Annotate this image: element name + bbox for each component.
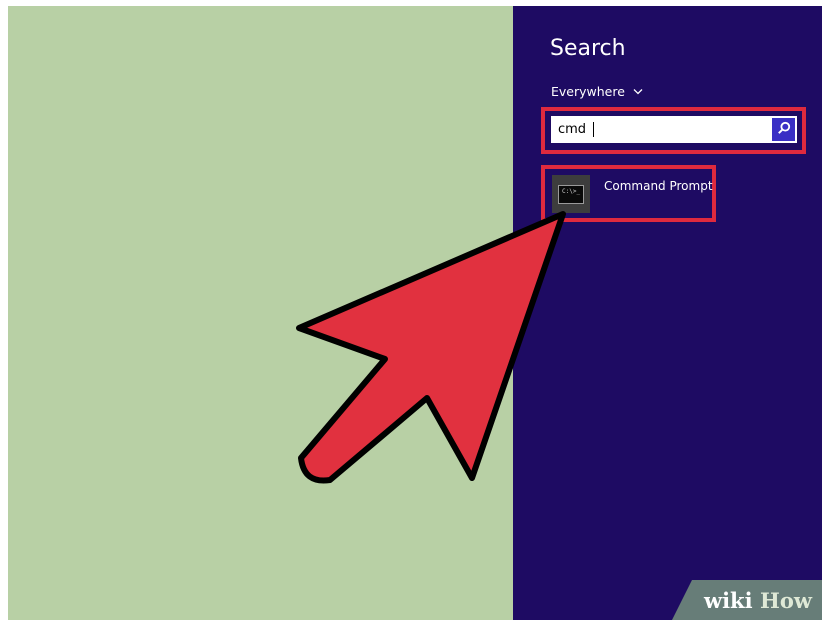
watermark-wiki: wiki [703, 588, 753, 613]
wikihow-watermark: wiki How [672, 580, 822, 620]
screenshot-frame: Search Everywhere C:\>_ [8, 6, 822, 620]
watermark-how: How [760, 588, 813, 613]
pointer-arrow-annotation [296, 211, 566, 484]
